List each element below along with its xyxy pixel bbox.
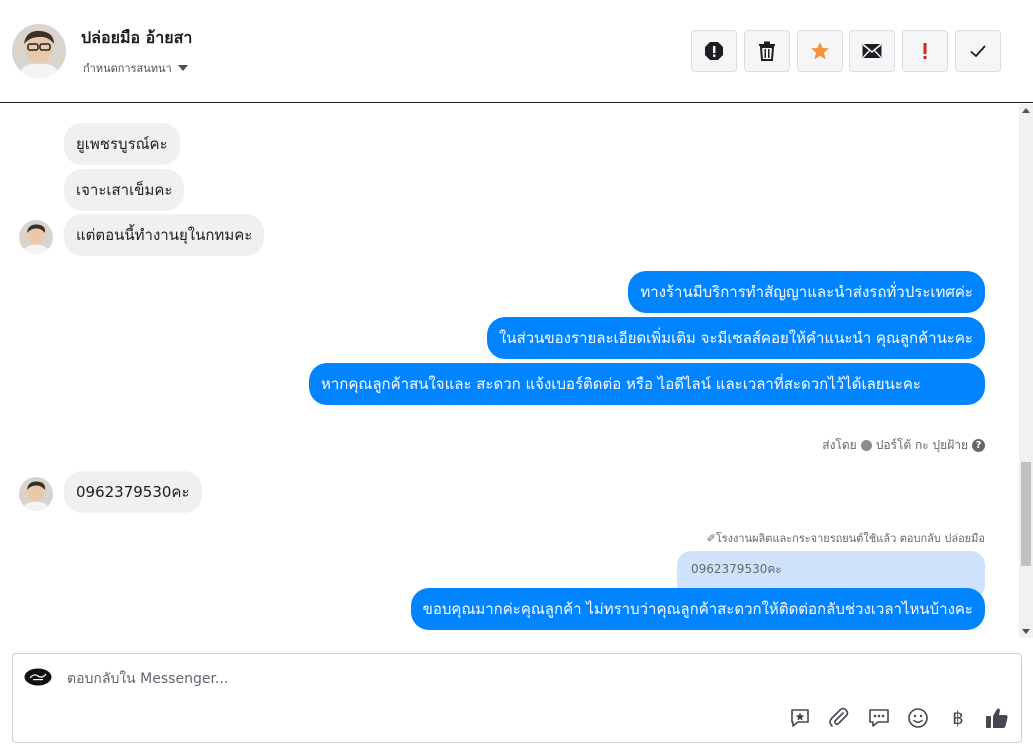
scroll-up-icon[interactable] <box>1022 108 1030 113</box>
outgoing-message[interactable]: ทางร้านมีบริการทำสัญญาและนำส่งรถทั่วประเ… <box>628 271 985 313</box>
check-icon <box>970 45 986 58</box>
incoming-message[interactable]: 0962379530คะ <box>64 471 202 513</box>
sender-name[interactable]: ปอร์โต้ กะ ปุยฝ้าย <box>876 436 968 455</box>
saved-reply-icon <box>791 709 809 727</box>
mail-icon <box>862 43 882 58</box>
delete-button[interactable] <box>744 30 790 72</box>
attach-button[interactable] <box>827 706 851 730</box>
star-button[interactable] <box>797 30 843 72</box>
mark-unread-button[interactable] <box>849 30 895 72</box>
like-icon <box>986 708 1008 728</box>
message-input[interactable] <box>67 668 767 690</box>
outgoing-message[interactable]: หากคุณลูกค้าสนใจและ สะดวก แจ้งเบอร์ติดต่… <box>309 363 985 405</box>
conversation-header: ปล่อยมือ อ้ายสา กำหนดการสนทนา <box>0 0 1033 103</box>
avatar <box>19 477 53 511</box>
scrollbar[interactable] <box>1019 104 1033 638</box>
trash-icon <box>759 41 775 61</box>
like-button[interactable] <box>985 706 1009 730</box>
spam-icon <box>923 43 927 59</box>
scroll-thumb[interactable] <box>1021 462 1031 566</box>
outgoing-message[interactable]: ในส่วนของรายละเอียดเพิ่มเติม จะมีเซลส์คอ… <box>486 317 985 359</box>
message-thread[interactable]: ยูเพชรบูรณ์คะ เจาะเสาเข็มคะ แต่ตอนนี้ทำง… <box>0 104 1019 638</box>
reply-context: ✐โรงงานผลิตและกระจายรถยนต์ใช้แล้ว ตอบกลั… <box>706 532 985 545</box>
page-logo <box>24 668 52 686</box>
saved-reply-button[interactable] <box>788 706 812 730</box>
avatar <box>19 220 53 254</box>
incoming-message[interactable]: ยูเพชรบูรณ์คะ <box>64 123 180 165</box>
attach-icon <box>829 707 849 727</box>
report-icon <box>705 42 723 60</box>
conversation-settings[interactable]: กำหนดการสนทนา <box>83 59 188 77</box>
avatar[interactable] <box>12 24 66 78</box>
incoming-message[interactable]: แต่ตอนนี้ทำงานยุในกทมคะ <box>64 214 265 256</box>
baht-icon: ฿ <box>952 707 964 729</box>
reply-composer: ฿ <box>12 653 1022 743</box>
messenger-inbox: ปล่อยมือ อ้ายสา กำหนดการสนทนา ยูเพชรบูรณ… <box>0 0 1033 756</box>
sent-by-label: ส่งโดย <box>822 438 857 452</box>
emoji-button[interactable] <box>906 706 930 730</box>
contact-name[interactable]: ปล่อยมือ อ้ายสา <box>81 26 192 51</box>
quick-reply-icon <box>869 709 889 727</box>
conversation-settings-label: กำหนดการสนทนา <box>83 62 172 75</box>
star-icon <box>811 42 829 60</box>
scroll-down-icon[interactable] <box>1022 629 1030 634</box>
page-icon <box>860 440 872 451</box>
done-button[interactable] <box>955 30 1001 72</box>
spam-button[interactable] <box>902 30 948 72</box>
sent-by-info: ส่งโดย ปอร์โต้ กะ ปุยฝ้าย ? <box>822 436 985 455</box>
outgoing-message[interactable]: ขอบคุณมากค่ะคุณลูกค้า ไม่ทราบว่าคุณลูกค้… <box>410 588 985 630</box>
help-icon[interactable]: ? <box>972 439 985 452</box>
caret-down-icon <box>177 65 188 71</box>
payment-button[interactable]: ฿ <box>946 706 970 730</box>
quick-reply-button[interactable] <box>867 706 891 730</box>
incoming-message[interactable]: เจาะเสาเข็มคะ <box>64 169 185 211</box>
emoji-icon <box>908 708 928 728</box>
report-button[interactable] <box>691 30 737 72</box>
